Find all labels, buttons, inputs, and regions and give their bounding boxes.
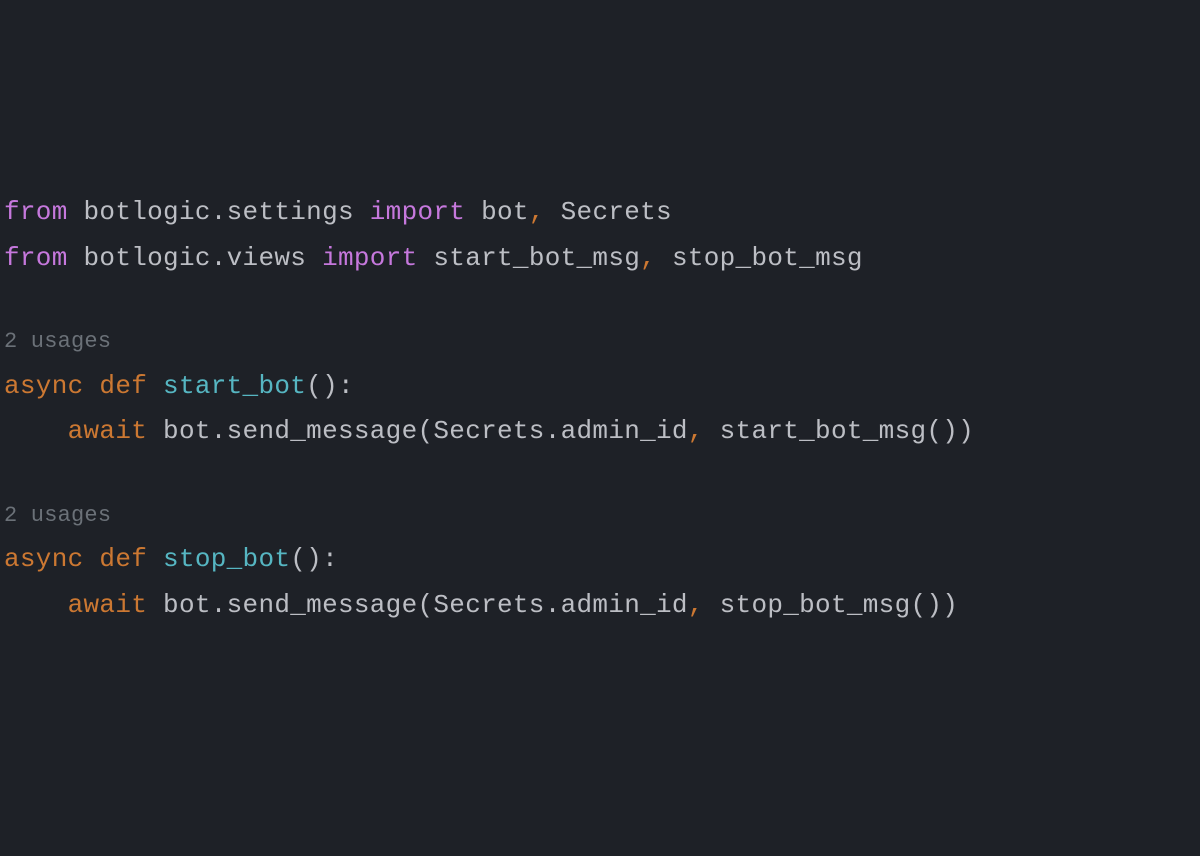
- comma: ,: [688, 416, 704, 446]
- code-line: from botlogic.views import start_bot_msg…: [4, 236, 1196, 282]
- call-expression: stop_bot_msg()): [704, 590, 958, 620]
- comma: ,: [529, 197, 545, 227]
- import-name: Secrets: [545, 197, 672, 227]
- keyword-import: import: [322, 243, 417, 273]
- keyword-await: await: [68, 590, 148, 620]
- code-line: await bot.send_message(Secrets.admin_id,…: [4, 409, 1196, 455]
- comma: ,: [640, 243, 656, 273]
- keyword-from: from: [4, 197, 68, 227]
- module-path: botlogic.views: [68, 243, 322, 273]
- comma: ,: [688, 590, 704, 620]
- module-path: botlogic.settings: [68, 197, 370, 227]
- code-line: from botlogic.settings import bot, Secre…: [4, 190, 1196, 236]
- keyword-import: import: [370, 197, 465, 227]
- keyword-async: async: [4, 544, 99, 574]
- function-name: stop_bot: [163, 544, 290, 574]
- indent: [4, 590, 68, 620]
- punctuation: ():: [306, 371, 354, 401]
- code-line: async def stop_bot():: [4, 537, 1196, 583]
- code-editor[interactable]: from botlogic.settings import bot, Secre…: [4, 190, 1196, 628]
- keyword-await: await: [68, 416, 148, 446]
- code-line: async def start_bot():: [4, 364, 1196, 410]
- usage-hint[interactable]: 2 usages: [4, 323, 1196, 362]
- punctuation: ():: [290, 544, 338, 574]
- call-expression: start_bot_msg()): [704, 416, 974, 446]
- indent: [4, 416, 68, 446]
- import-name: bot: [465, 197, 529, 227]
- function-name: start_bot: [163, 371, 306, 401]
- import-name: start_bot_msg: [418, 243, 641, 273]
- keyword-async: async: [4, 371, 99, 401]
- call-expression: bot.send_message(Secrets.admin_id: [147, 590, 688, 620]
- call-expression: bot.send_message(Secrets.admin_id: [147, 416, 688, 446]
- keyword-def: def: [99, 371, 163, 401]
- usage-hint[interactable]: 2 usages: [4, 497, 1196, 536]
- code-line: await bot.send_message(Secrets.admin_id,…: [4, 583, 1196, 629]
- keyword-def: def: [99, 544, 163, 574]
- keyword-from: from: [4, 243, 68, 273]
- import-name: stop_bot_msg: [656, 243, 863, 273]
